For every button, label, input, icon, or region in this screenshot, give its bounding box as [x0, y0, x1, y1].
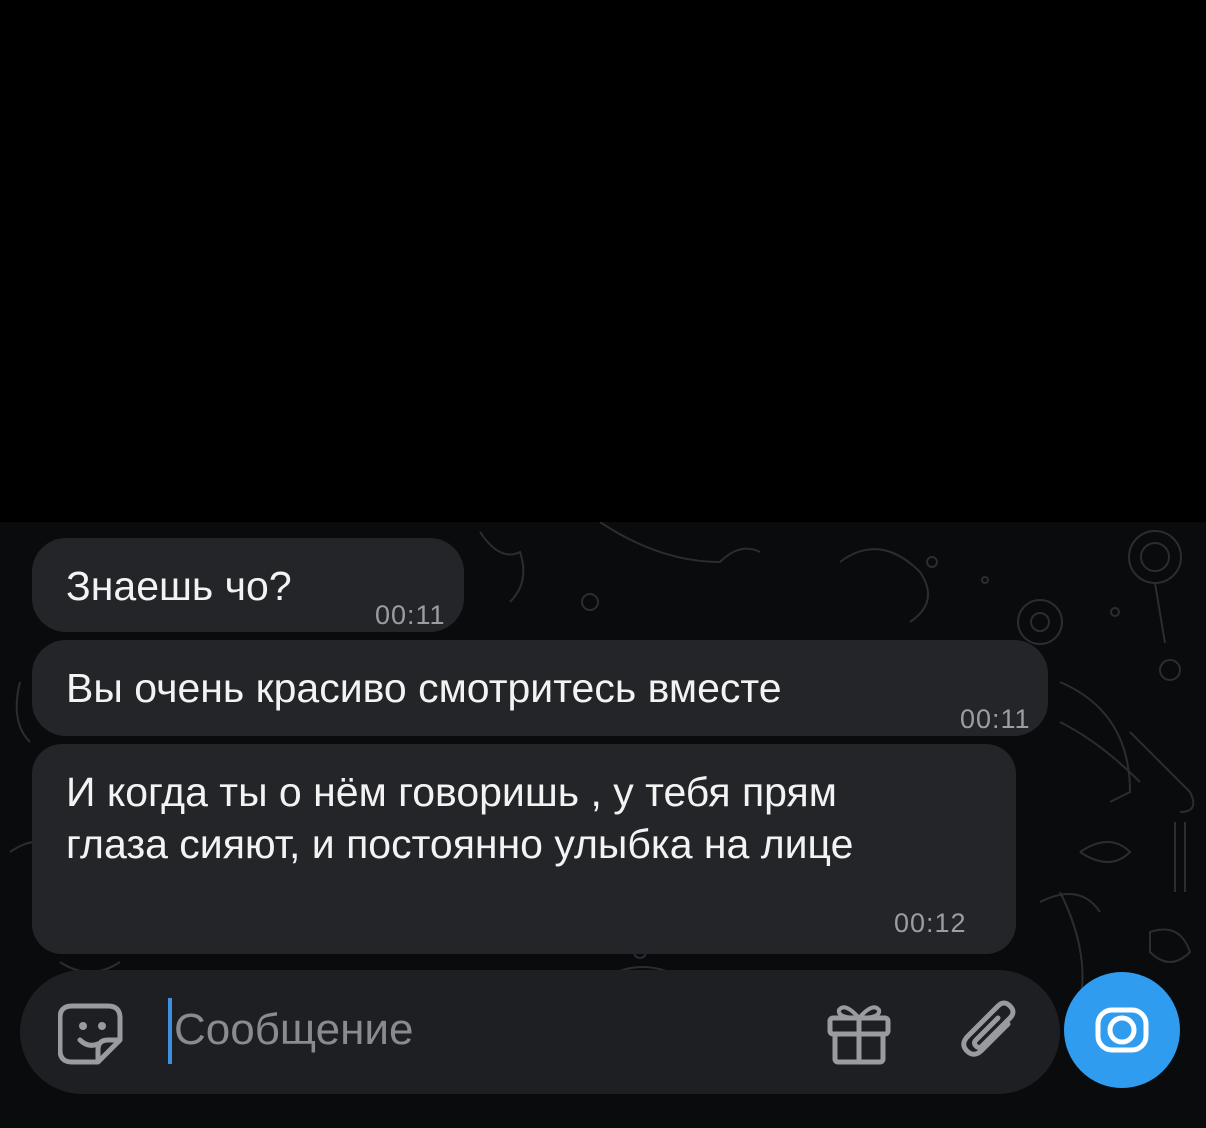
- message-time: 00:11: [960, 704, 1031, 734]
- message-bubble[interactable]: Знаешь чо? 00:11: [32, 538, 464, 632]
- message-composer: [20, 970, 1060, 1094]
- sticker-smile-icon[interactable]: [57, 998, 128, 1068]
- message-time: 00:11: [375, 600, 446, 630]
- message-text: И когда ты о нём говоришь , у тебя прям …: [66, 769, 854, 867]
- message-time: 00:12: [894, 908, 967, 938]
- message-input[interactable]: [170, 992, 774, 1068]
- message-bubble[interactable]: И когда ты о нём говоришь , у тебя прям …: [32, 744, 1016, 954]
- message-bubble[interactable]: Вы очень красиво смотритесь вместе 00:11: [32, 640, 1048, 736]
- camera-record-icon[interactable]: [1064, 972, 1180, 1088]
- message-text: Знаешь чо?: [66, 563, 292, 609]
- gift-icon[interactable]: [824, 998, 894, 1068]
- telegram-screen: Знаешь чо? 00:11 Вы очень красиво смотри…: [0, 0, 1206, 1128]
- message-text: Вы очень красиво смотритесь вместе: [66, 665, 782, 711]
- paperclip-icon[interactable]: [956, 998, 1028, 1070]
